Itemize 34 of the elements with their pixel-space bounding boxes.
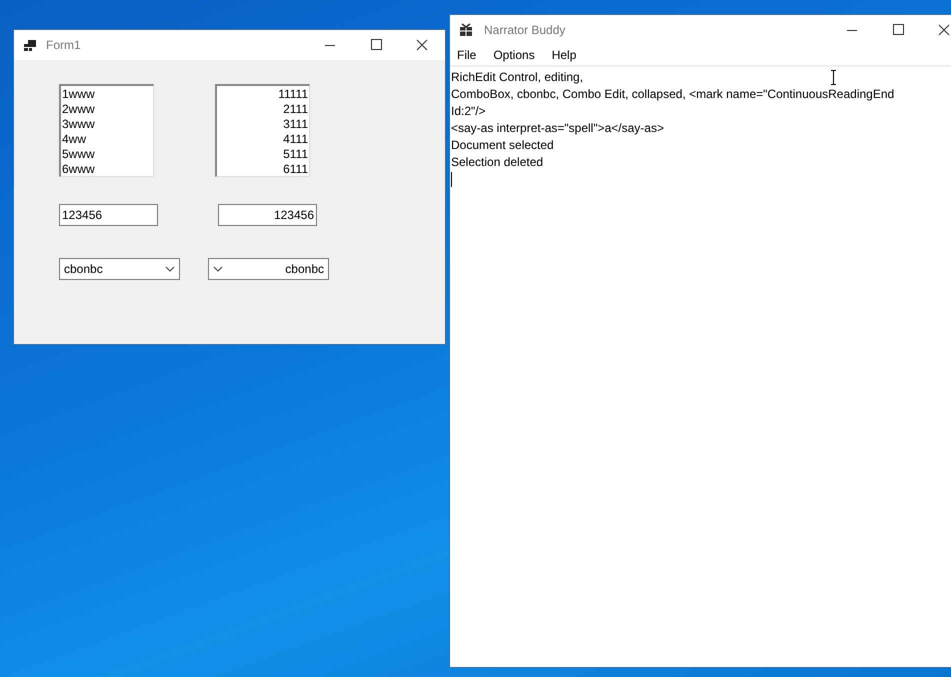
log-line: Selection deleted — [451, 154, 544, 171]
menu-item[interactable]: Options — [493, 48, 535, 62]
log-line: ComboBox, cbonbc, Combo Edit, collapsed, <mark name="ContinuousReadingEnd — [451, 86, 894, 103]
combo-box[interactable]: cbonbc — [208, 258, 329, 280]
list-item[interactable]: 4111 — [218, 132, 308, 147]
list-item[interactable]: 5111 — [218, 147, 308, 162]
window-title: Narrator Buddy — [484, 23, 566, 37]
combo-box[interactable]: cbonbc — [59, 258, 180, 280]
list-box[interactable]: 11111 2111 3111 4111 5111 6111 — [215, 84, 310, 177]
list-box[interactable]: 1www 2www 3www 4ww 5www 6www — [59, 84, 154, 177]
app-icon — [24, 40, 36, 50]
list-item[interactable]: 4ww — [62, 132, 152, 147]
list-item[interactable]: 2www — [62, 102, 152, 117]
list-item[interactable]: 11111 — [218, 87, 308, 102]
menu-item[interactable]: Help — [552, 48, 576, 62]
list-item[interactable]: 6111 — [218, 162, 308, 177]
list-item[interactable]: 3111 — [218, 117, 308, 132]
list-item[interactable]: 1www — [62, 87, 152, 102]
list-item[interactable]: 3www — [62, 117, 152, 132]
text-field[interactable]: 123456 — [218, 204, 317, 226]
i-beam-cursor-icon — [830, 70, 837, 85]
log-line: <say-as interpret-as="spell">a</say-as> — [451, 120, 664, 137]
menu-item[interactable]: File — [457, 48, 476, 62]
text-caret — [451, 172, 452, 187]
text-field[interactable]: 123456 — [59, 204, 158, 226]
gift-icon — [459, 23, 473, 37]
text-area[interactable]: RichEdit Control, editing, ComboBox, cbonbc, Combo Edit, collapsed, <mark name="ContinuousReadingEnd Id:2"/> <say-as interpret-as="spell">a</say-as> Document selected Selection deleted — [450, 67, 951, 667]
list-item[interactable]: 2111 — [218, 102, 308, 117]
list-item[interactable]: 6www — [62, 162, 152, 177]
list-item[interactable]: 5www — [62, 147, 152, 162]
log-line: Document selected — [451, 137, 554, 154]
log-line: Id:2"/> — [451, 103, 486, 120]
log-line: RichEdit Control, editing, — [451, 69, 584, 86]
window-title: Form1 — [46, 38, 81, 52]
